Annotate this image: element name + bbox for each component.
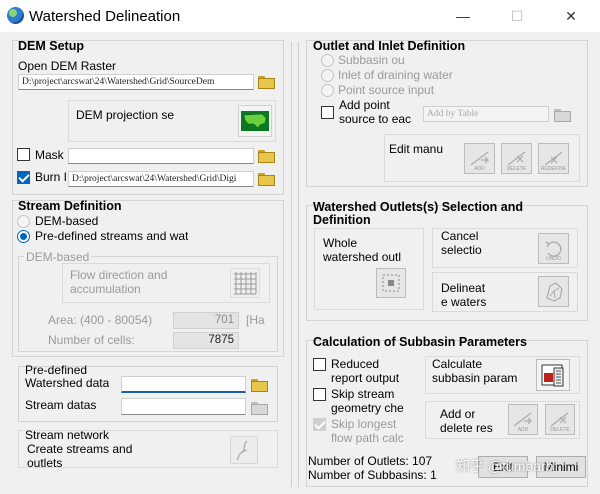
outlets-selection-title-2: Definition bbox=[313, 213, 371, 225]
skip-longest-label-2: flow path calc bbox=[331, 431, 404, 445]
mask-label: Mask bbox=[35, 148, 64, 162]
subbasin-outlet-label: Subbasin ou bbox=[338, 53, 405, 67]
dem-path-field[interactable]: D:\project\arcswat\24\Watershed\Grid\Sou… bbox=[18, 74, 254, 90]
subbasin-params-title: Calculation of Subbasin Parameters bbox=[313, 335, 527, 349]
dem-based-label: DEM-based bbox=[35, 214, 99, 228]
maximize-window-button: ☐ bbox=[510, 7, 524, 24]
watermark: 知乎 @tumbarb bbox=[456, 458, 554, 474]
stream-folder-icon[interactable] bbox=[250, 400, 268, 415]
open-dem-label: Open DEM Raster bbox=[18, 59, 117, 73]
delineate-label-1: Delineat bbox=[441, 281, 486, 295]
dem-setup-title: DEM Setup bbox=[18, 39, 84, 53]
calculate-label-2: subbasin param bbox=[432, 371, 518, 385]
predefined-label: Pre-defined streams and wat bbox=[35, 229, 189, 243]
delineate-icon bbox=[538, 276, 569, 307]
title-bar: Watershed Delineation — ☐ ✕ bbox=[0, 0, 600, 32]
add-point-label-1: Add point bbox=[339, 98, 390, 112]
minimize-window-button[interactable]: — bbox=[440, 0, 486, 32]
point-source-radio[interactable] bbox=[321, 84, 334, 97]
flow-direction-label-2: accumulation bbox=[70, 282, 141, 296]
add-reservoir-caption: ADD bbox=[517, 427, 529, 433]
delete-reservoir-caption: DELETE bbox=[550, 427, 570, 433]
skip-stream-geometry-checkbox[interactable] bbox=[313, 388, 326, 401]
delete-outlet-icon: DELETE bbox=[501, 143, 532, 174]
skip-stream-label-1: Skip stream bbox=[331, 387, 395, 401]
grid-icon bbox=[230, 268, 260, 298]
burn-in-label: Burn I bbox=[35, 170, 68, 184]
cancel-selection-label-2: selectio bbox=[441, 243, 482, 254]
vertical-separator bbox=[291, 42, 299, 487]
stream-network-line-1: Create streams and bbox=[27, 442, 133, 456]
close-window-button[interactable]: ✕ bbox=[548, 0, 594, 32]
stream-data-label: Stream datas bbox=[25, 398, 97, 412]
globe-icon bbox=[7, 7, 24, 24]
watershed-data-label: Watershed data bbox=[25, 376, 110, 390]
area-value[interactable]: 701 bbox=[173, 312, 239, 329]
skip-stream-label-2: geometry che bbox=[331, 401, 404, 415]
burn-in-folder-icon[interactable] bbox=[257, 171, 275, 186]
burn-in-checkbox[interactable] bbox=[17, 171, 30, 184]
skip-longest-flow-checkbox[interactable] bbox=[313, 418, 326, 431]
outlets-count: Number of Outlets: 107 bbox=[308, 454, 433, 468]
open-dem-folder-icon[interactable] bbox=[257, 74, 275, 89]
stream-network-icon bbox=[230, 436, 258, 464]
predefined-radio[interactable] bbox=[17, 230, 30, 243]
reduced-report-label-1: Reduced bbox=[331, 357, 380, 371]
outlets-selection-title-1: Watershed Outlets(s) Selection and bbox=[313, 200, 523, 214]
dem-based-radio[interactable] bbox=[17, 215, 30, 228]
add-point-source-checkbox[interactable] bbox=[321, 106, 334, 119]
mask-folder-icon[interactable] bbox=[257, 148, 275, 163]
add-reservoir-icon: ADD bbox=[508, 404, 538, 435]
whole-watershed-label-2: watershed outl bbox=[323, 250, 402, 261]
watershed-data-field[interactable] bbox=[121, 376, 246, 393]
inlet-label: Inlet of draining water bbox=[338, 68, 453, 82]
stream-data-field[interactable] bbox=[121, 398, 246, 415]
flow-direction-label-1: Flow direction and bbox=[70, 268, 168, 282]
add-delete-label-2: delete res bbox=[440, 421, 493, 435]
point-source-label: Point source input bbox=[338, 83, 435, 97]
stream-network-line-2: outlets bbox=[27, 456, 63, 467]
add-by-table-folder-icon[interactable] bbox=[553, 107, 571, 122]
area-unit: [Ha bbox=[246, 313, 265, 327]
reduced-report-checkbox[interactable] bbox=[313, 358, 326, 371]
delineate-label-2: e waters bbox=[441, 295, 487, 306]
delete-reservoir-icon: DELETE bbox=[545, 404, 575, 435]
subbasin-outlet-radio[interactable] bbox=[321, 54, 334, 67]
calculator-icon bbox=[536, 359, 570, 391]
window-title: Watershed Delineation bbox=[29, 8, 181, 25]
stream-definition-title: Stream Definition bbox=[18, 199, 122, 213]
edit-manual-label: Edit manu bbox=[389, 142, 444, 156]
subbasins-count: Number of Subbasins: 1 bbox=[308, 468, 437, 482]
delete-outlet-caption: DELETE bbox=[506, 166, 527, 172]
cancel-selection-label-1: Cancel bbox=[441, 229, 479, 243]
whole-watershed-label-1: Whole bbox=[323, 236, 358, 250]
map-projection-icon[interactable] bbox=[238, 105, 272, 137]
stream-network-title: Stream network bbox=[25, 428, 110, 442]
dem-based-group-label: DEM-based bbox=[24, 250, 92, 264]
redefine-outlet-icon: REDEFINE bbox=[538, 143, 569, 174]
mask-checkbox[interactable] bbox=[17, 148, 30, 161]
burn-in-path-field[interactable]: D:\project\arcswat\24\Watershed\Grid\Dig… bbox=[68, 171, 254, 187]
outlet-inlet-title: Outlet and Inlet Definition bbox=[313, 39, 466, 53]
undo-caption: UNDO bbox=[546, 256, 561, 262]
add-by-table-field[interactable]: Add by Table bbox=[423, 106, 549, 122]
watershed-folder-icon[interactable] bbox=[250, 377, 268, 392]
inlet-radio[interactable] bbox=[321, 69, 334, 82]
calculate-label-1: Calculate bbox=[432, 357, 483, 371]
add-outlet-caption: ADD bbox=[474, 166, 485, 172]
redefine-outlet-caption: REDEFINE bbox=[540, 166, 567, 172]
area-label: Area: (400 - 80054) bbox=[48, 313, 153, 327]
cells-value: 7875 bbox=[173, 332, 239, 349]
predefined-group-title: Pre-defined bbox=[25, 363, 88, 377]
skip-longest-label-1: Skip longest bbox=[331, 417, 397, 431]
add-point-label-2: source to eac bbox=[339, 112, 412, 126]
dem-projection-label: DEM projection se bbox=[76, 108, 175, 122]
add-delete-label-1: Add or bbox=[440, 407, 476, 421]
select-outlet-icon bbox=[376, 268, 406, 298]
mask-path-field[interactable] bbox=[68, 148, 254, 164]
reduced-report-label-2: report output bbox=[331, 371, 400, 385]
undo-icon: UNDO bbox=[538, 233, 569, 264]
cells-label: Number of cells: bbox=[48, 333, 135, 347]
add-outlet-icon: ADD bbox=[464, 143, 495, 174]
